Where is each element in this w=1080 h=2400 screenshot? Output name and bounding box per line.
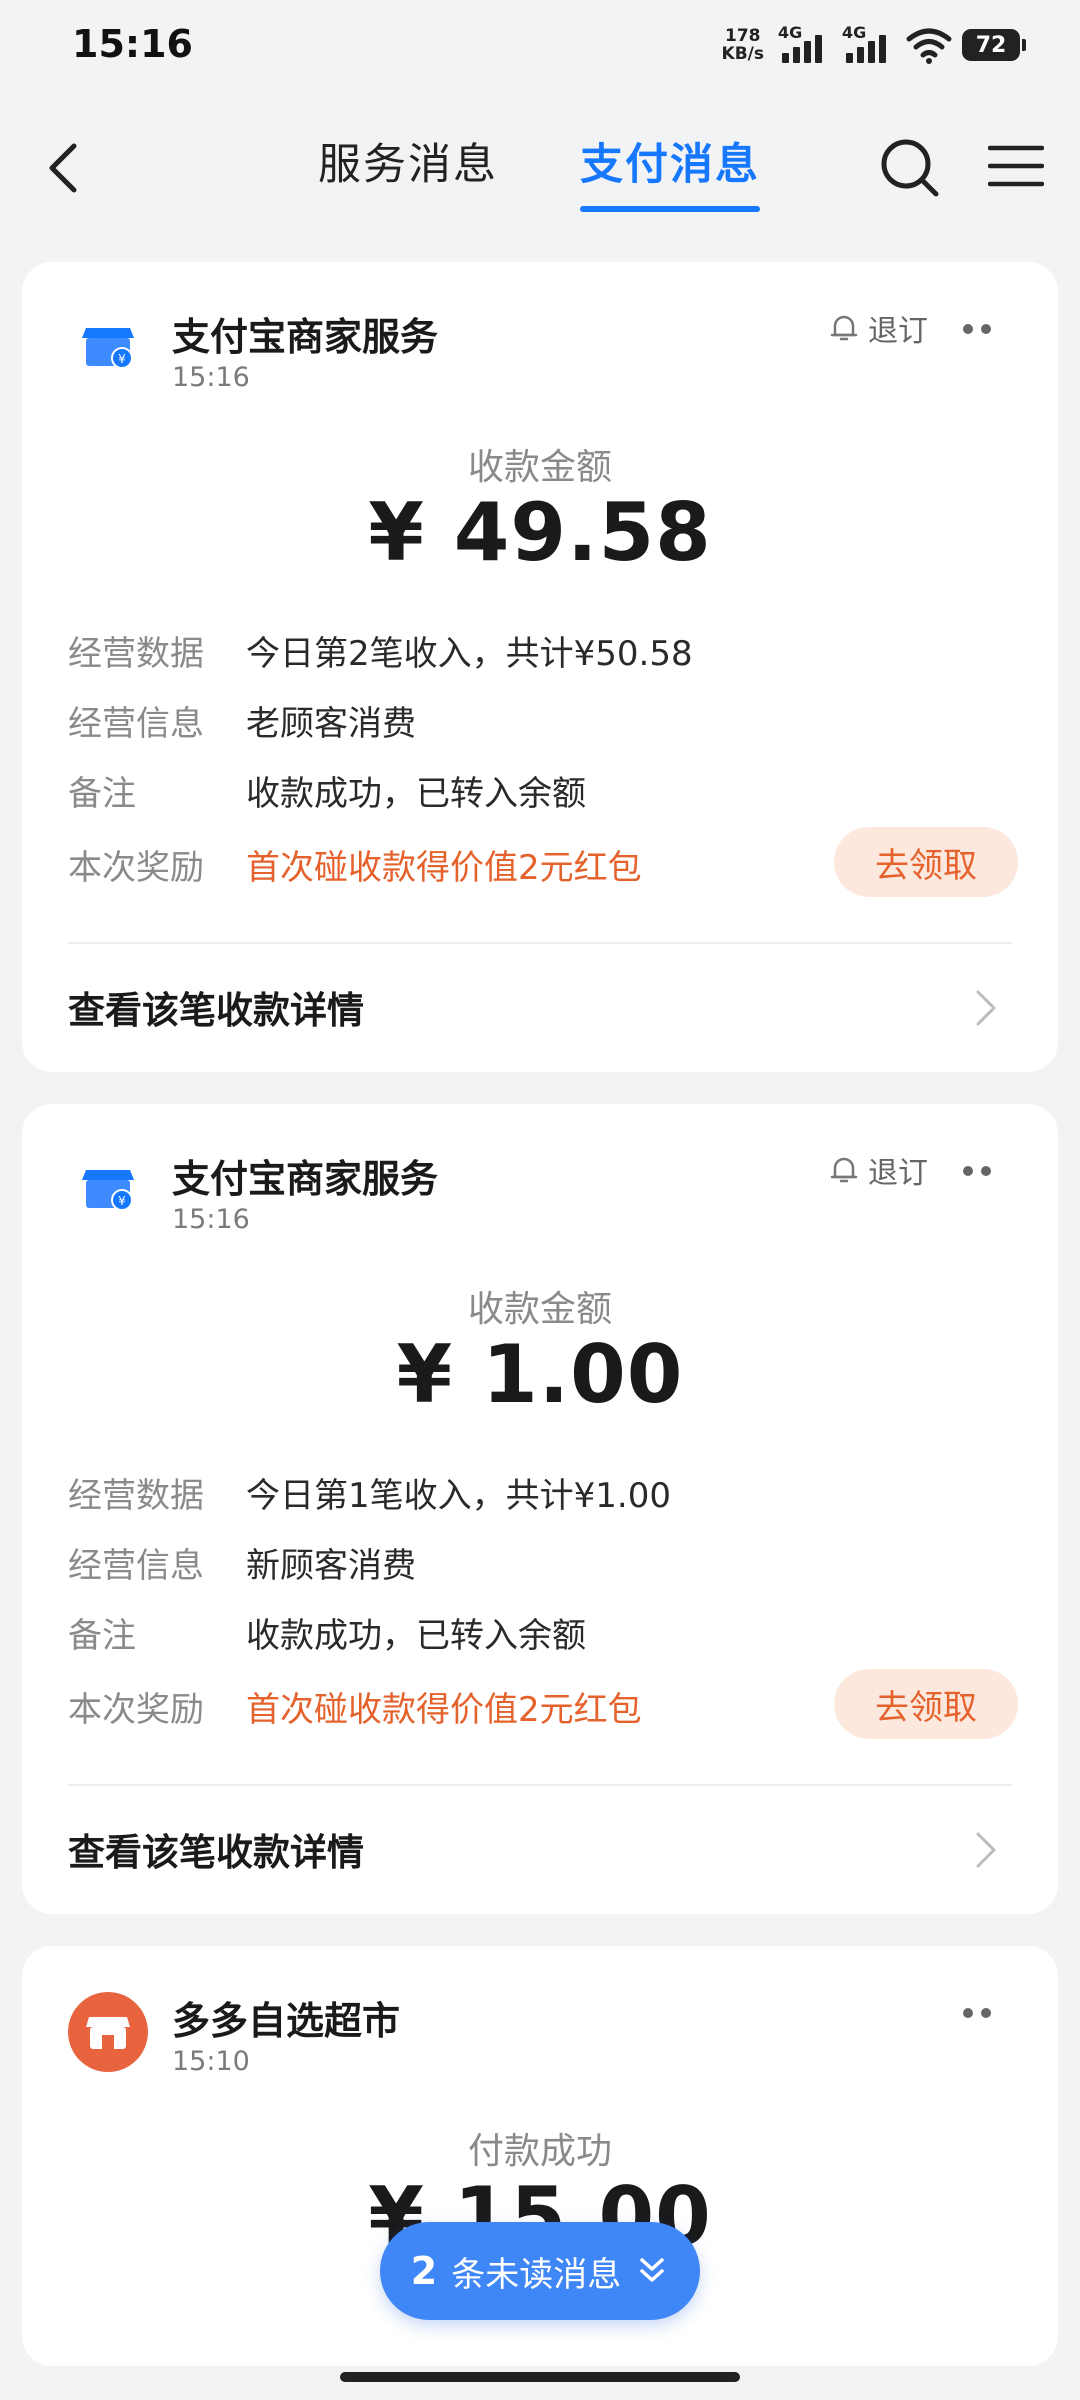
top-nav: 服务消息 支付消息	[0, 110, 1080, 220]
svg-text:¥: ¥	[118, 352, 126, 366]
unsubscribe-button[interactable]: 退订	[830, 1148, 928, 1192]
signal-icon: 4G	[778, 23, 832, 65]
card-time: 15:16	[172, 362, 250, 393]
info-row: 经营信息 新顾客消费	[68, 1538, 416, 1587]
card-title: 支付宝商家服务	[172, 1157, 439, 1201]
status-time: 15:16	[72, 22, 193, 66]
divider	[68, 1784, 1012, 1786]
info-row: 本次奖励 首次碰收款得价值2元红包	[68, 840, 642, 889]
status-bar: 15:16 178 KB/s 4G 4G 72	[0, 0, 1080, 90]
chevron-right-icon[interactable]	[974, 1830, 998, 1870]
amount-label: 收款金额	[467, 1289, 612, 1330]
info-value: 收款成功，已转入余额	[246, 1616, 586, 1656]
unsubscribe-label: 退订	[868, 314, 928, 349]
reward-value: 首次碰收款得价值2元红包	[246, 1690, 642, 1730]
more-icon[interactable]	[960, 2006, 994, 2020]
info-value: 新顾客消费	[246, 1546, 416, 1586]
merchant-store-icon: ¥	[72, 1150, 144, 1222]
reward-value: 首次碰收款得价值2元红包	[246, 848, 642, 888]
search-icon[interactable]	[878, 136, 940, 198]
signal-icon: 4G	[842, 23, 896, 65]
card-time: 15:10	[172, 2046, 250, 2077]
unsubscribe-button[interactable]: 退订	[830, 306, 928, 350]
info-row: 经营数据 今日第1笔收入，共计¥1.00	[68, 1468, 671, 1517]
battery-icon: 72	[962, 29, 1026, 61]
tab-service-messages[interactable]: 服务消息	[318, 130, 498, 192]
info-key: 经营数据	[68, 634, 204, 674]
info-value: 收款成功，已转入余额	[246, 774, 586, 814]
bell-icon	[830, 1157, 858, 1183]
info-row: 备注 收款成功，已转入余额	[68, 1608, 586, 1657]
divider	[68, 942, 1012, 944]
amount-value: ¥ 1.00	[396, 1328, 684, 1421]
info-key: 备注	[68, 1616, 136, 1656]
card-time: 15:16	[172, 1204, 250, 1235]
card-title: 支付宝商家服务	[172, 315, 439, 359]
info-value: 老顾客消费	[246, 704, 416, 744]
view-detail-link[interactable]: 查看该笔收款详情	[68, 1822, 364, 1876]
card-title: 多多自选超市	[172, 1999, 401, 2043]
wifi-icon	[906, 28, 952, 64]
payment-status: 付款成功	[467, 2131, 612, 2172]
unread-label: 条未读消息	[451, 2254, 622, 2295]
more-icon[interactable]	[960, 322, 994, 336]
info-key: 备注	[68, 774, 136, 814]
double-chevron-down-icon	[640, 2258, 664, 2282]
info-key: 经营数据	[68, 1476, 204, 1516]
message-card: ¥ 支付宝商家服务 15:16 退订 收款金额 ¥ 49.58 经营数据 今日第2…	[22, 262, 1058, 1072]
status-icons: 178 KB/s 4G 4G 72	[722, 20, 1026, 70]
active-tab-indicator	[580, 206, 760, 212]
network-speed-value: 178	[725, 26, 761, 46]
info-key: 经营信息	[68, 1546, 204, 1586]
info-key: 经营信息	[68, 704, 204, 744]
message-card: ¥ 支付宝商家服务 15:16 退订 收款金额 ¥ 1.00 经营数据 今日第1笔…	[22, 1104, 1058, 1914]
battery-level: 72	[975, 32, 1007, 58]
info-row: 经营数据 今日第2笔收入，共计¥50.58	[68, 626, 693, 675]
amount-value: ¥ 49.58	[368, 486, 712, 579]
shop-icon	[86, 2017, 130, 2049]
svg-text:¥: ¥	[118, 1194, 126, 1208]
claim-button[interactable]: 去领取	[834, 1669, 1018, 1739]
home-indicator[interactable]	[340, 2372, 740, 2382]
unsubscribe-label: 退订	[868, 1156, 928, 1191]
info-row: 经营信息 老顾客消费	[68, 696, 416, 745]
info-value: 今日第2笔收入，共计¥50.58	[246, 634, 693, 674]
chevron-right-icon[interactable]	[974, 988, 998, 1028]
merchant-store-icon: ¥	[72, 308, 144, 380]
info-value: 今日第1笔收入，共计¥1.00	[246, 1476, 671, 1516]
more-icon[interactable]	[960, 1164, 994, 1178]
back-icon[interactable]	[42, 138, 86, 198]
tab-payment-messages[interactable]: 支付消息	[580, 130, 760, 192]
info-row: 本次奖励 首次碰收款得价值2元红包	[68, 1682, 642, 1731]
network-speed-unit: KB/s	[721, 44, 764, 64]
menu-icon[interactable]	[988, 144, 1044, 188]
info-row: 备注 收款成功，已转入余额	[68, 766, 586, 815]
bell-icon	[830, 315, 858, 341]
amount-label: 收款金额	[467, 447, 612, 488]
unread-count: 2	[410, 2249, 438, 2293]
unread-messages-button[interactable]: 2 条未读消息	[380, 2222, 700, 2320]
view-detail-link[interactable]: 查看该笔收款详情	[68, 980, 364, 1034]
info-key: 本次奖励	[68, 1690, 204, 1730]
supermarket-store-icon	[68, 1992, 148, 2072]
info-key: 本次奖励	[68, 848, 204, 888]
claim-button[interactable]: 去领取	[834, 827, 1018, 897]
network-speed: 178 KB/s	[722, 27, 764, 63]
